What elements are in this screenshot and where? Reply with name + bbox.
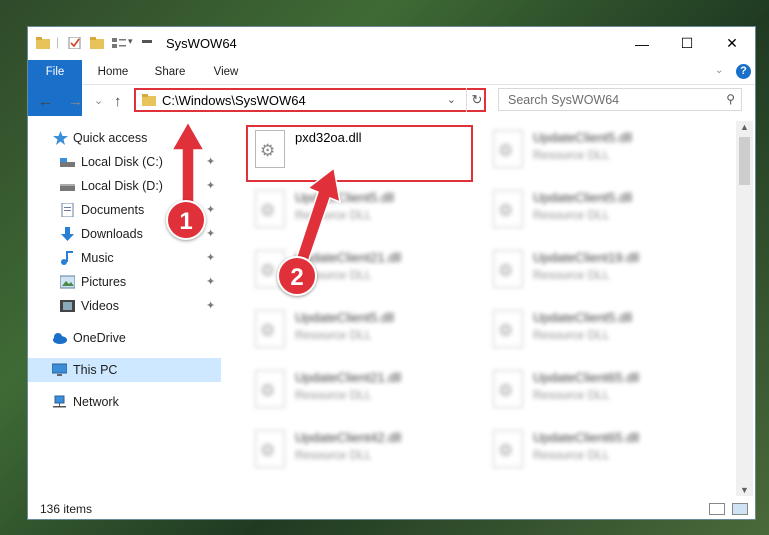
step-badge-1: 1 (166, 200, 206, 240)
annotation-arrows (170, 120, 341, 270)
step-badge-2: 2 (277, 256, 317, 296)
arrow-2 (294, 166, 341, 270)
arrow-1 (170, 120, 206, 213)
